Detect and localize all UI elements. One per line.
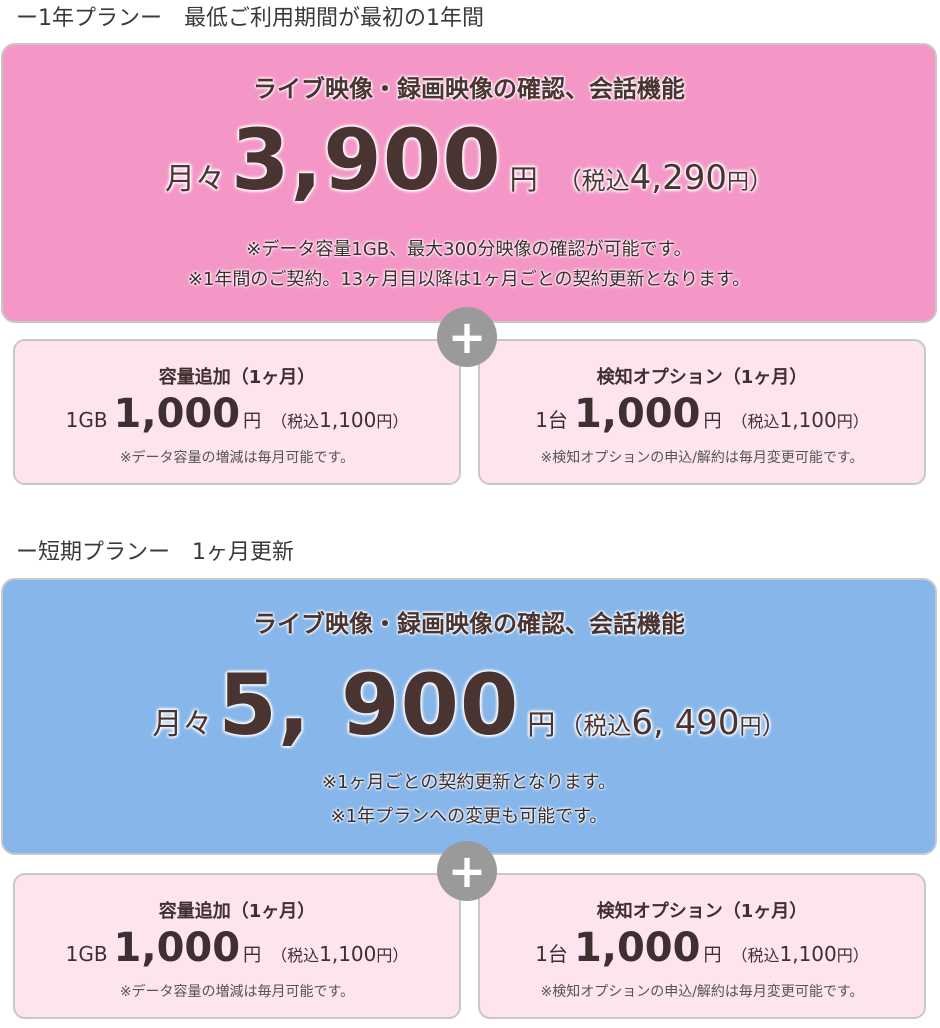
plan-note: ※1年間のご契約。13ヶ月目以降は1ヶ月ごとの契約更新となります。	[187, 269, 751, 290]
per-month-label: 月々	[152, 707, 213, 742]
annual-plan-card: ライブ映像・録画映像の確認、会話機能 月々 3,900 円 （税込4,290円）…	[1, 43, 937, 323]
plus-icon: +	[437, 841, 497, 901]
addon-title: 検知オプション（1ヶ月）	[596, 367, 808, 388]
addon-note: ※データ容量の増減は毎月可能です。	[119, 450, 355, 466]
plan-note: ※1年プランへの変更も可能です。	[330, 806, 608, 827]
addon-title: 検知オプション（1ヶ月）	[596, 901, 808, 922]
addon-price: 1GB 1,000 円 （税込1,100円）	[65, 391, 409, 437]
addon-card-capacity: 容量追加（1ヶ月） 1GB 1,000 円 （税込1,100円） ※データ容量の…	[13, 873, 461, 1019]
tax-included-price: （税込4,290円）	[557, 158, 774, 198]
short-plan-card: ライブ映像・録画映像の確認、会話機能 月々 5, 900 円 （税込6, 490…	[1, 578, 937, 855]
annual-plan-heading: ー1年プランー 最低ご利用期間が最初の1年間	[16, 6, 484, 31]
monthly-price: 月々 5, 900 円 （税込6, 490円）	[3, 656, 935, 754]
plan-note: ※データ容量1GB、最大300分映像の確認が可能です。	[246, 239, 692, 260]
addon-title: 容量追加（1ヶ月）	[158, 901, 316, 922]
addon-note: ※検知オプションの申込/解約は毎月変更可能です。	[540, 984, 864, 1000]
addon-card-detection: 検知オプション（1ヶ月） 1台 1,000 円 （税込1,100円） ※検知オプ…	[478, 873, 926, 1019]
addon-price: 1台 1,000 円 （税込1,100円）	[535, 391, 869, 437]
plan-note: ※1ヶ月ごとの契約更新となります。	[321, 772, 616, 793]
addon-note: ※検知オプションの申込/解約は毎月変更可能です。	[540, 450, 864, 466]
tax-included-price: （税込6, 490円）	[559, 703, 786, 743]
addon-card-detection: 検知オプション（1ヶ月） 1台 1,000 円 （税込1,100円） ※検知オプ…	[478, 339, 926, 485]
addon-note: ※データ容量の増減は毎月可能です。	[119, 984, 355, 1000]
per-month-label: 月々	[164, 162, 225, 197]
addon-price: 1GB 1,000 円 （税込1,100円）	[65, 925, 409, 971]
short-plan-heading: ー短期プランー 1ヶ月更新	[16, 540, 294, 565]
addon-title: 容量追加（1ヶ月）	[158, 367, 316, 388]
price-amount: 3,900	[230, 111, 502, 209]
monthly-price: 月々 3,900 円 （税込4,290円）	[3, 111, 935, 209]
addon-card-capacity: 容量追加（1ヶ月） 1GB 1,000 円 （税込1,100円） ※データ容量の…	[13, 339, 461, 485]
yen-label: 円	[527, 708, 556, 741]
plus-icon: +	[437, 307, 497, 367]
feature-title: ライブ映像・録画映像の確認、会話機能	[253, 75, 685, 103]
yen-label: 円	[509, 163, 538, 196]
feature-title: ライブ映像・録画映像の確認、会話機能	[253, 610, 685, 638]
addon-price: 1台 1,000 円 （税込1,100円）	[535, 925, 869, 971]
price-amount: 5, 900	[218, 656, 520, 754]
